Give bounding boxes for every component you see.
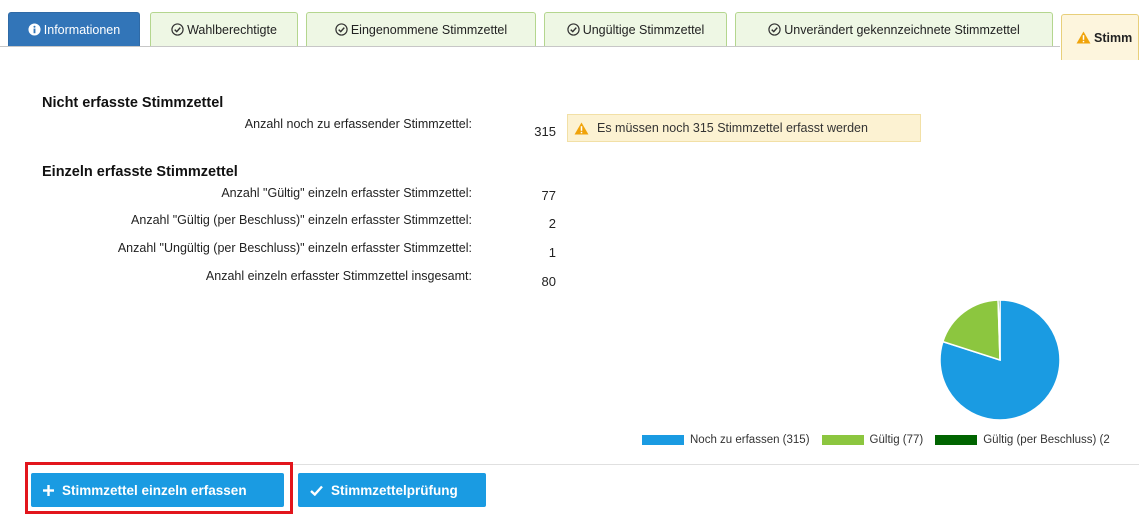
info-circle-icon xyxy=(28,23,41,36)
tab-stimmzettel-warning[interactable]: Stimm xyxy=(1061,14,1139,60)
value-insgesamt: 80 xyxy=(541,274,556,289)
legend-entry: Noch zu erfassen (315) xyxy=(642,434,810,446)
label-noch-zu-erfassen: Anzahl noch zu erfassender Stimmzettel: xyxy=(244,117,472,131)
section-title-nicht-erfasst: Nicht erfasste Stimmzettel xyxy=(42,95,224,111)
warning-icon xyxy=(574,121,589,135)
value-gueltig: 77 xyxy=(541,188,556,203)
plus-icon xyxy=(43,484,54,496)
pie-chart xyxy=(939,299,1061,421)
legend-swatch xyxy=(642,435,684,445)
check-circle-icon xyxy=(768,23,781,36)
tab-divider xyxy=(0,46,1060,47)
value-noch-zu-erfassen: 315 xyxy=(534,124,556,139)
value-ungueltig-beschluss: 1 xyxy=(548,245,556,260)
tab-label: Eingenommene Stimmzettel xyxy=(350,22,508,37)
button-label: Stimmzettelprüfung xyxy=(331,482,458,498)
legend-label: Gültig (77) xyxy=(869,434,924,446)
tab-unveraendert-gekennzeichnete-stimmzettel[interactable]: Unverändert gekennzeichnete Stimmzettel xyxy=(735,12,1053,46)
tab-label: Unverändert gekennzeichnete Stimmzettel xyxy=(784,22,1020,37)
tab-eingenommene-stimmzettel[interactable]: Eingenommene Stimmzettel xyxy=(306,12,536,46)
warning-icon xyxy=(1076,31,1091,44)
section-title-einzeln-erfasst: Einzeln erfasste Stimmzettel xyxy=(42,164,238,180)
tab-informationen[interactable]: Informationen xyxy=(8,12,140,46)
check-circle-icon xyxy=(567,23,580,36)
legend-label: Noch zu erfassen (315) xyxy=(690,434,810,446)
tab-wahlberechtigte[interactable]: Wahlberechtigte xyxy=(150,12,298,46)
legend-label: Gültig (per Beschluss) (2 xyxy=(983,434,1110,446)
label-ungueltig-beschluss: Anzahl "Ungültig (per Beschluss)" einzel… xyxy=(117,241,472,255)
button-label: Stimmzettel einzeln erfassen xyxy=(62,482,247,498)
check-circle-icon xyxy=(335,23,348,36)
chart-legend: Noch zu erfassen (315) Gültig (77) Gültig … xyxy=(642,432,1122,448)
checkmark-icon xyxy=(310,485,323,496)
ballot-check-button[interactable]: Stimmzettelprüfung xyxy=(298,473,486,507)
alert-text: Es müssen noch 315 Stimmzettel erfasst w… xyxy=(597,121,868,135)
tab-ungueltige-stimmzettel[interactable]: Ungültige Stimmzettel xyxy=(544,12,727,46)
record-individually-button[interactable]: Stimmzettel einzeln erfassen xyxy=(31,473,284,507)
warning-alert: Es müssen noch 315 Stimmzettel erfasst w… xyxy=(567,114,921,142)
tab-label: Ungültige Stimmzettel xyxy=(582,22,705,37)
legend-swatch xyxy=(821,435,864,445)
tab-label: Informationen xyxy=(43,22,121,37)
value-gueltig-beschluss: 2 xyxy=(548,216,556,231)
legend-entry: Gültig (77) xyxy=(821,434,924,446)
label-gueltig: Anzahl "Gültig" einzeln erfasster Stimmz… xyxy=(221,186,472,200)
label-gueltig-beschluss: Anzahl "Gültig (per Beschluss)" einzeln … xyxy=(131,213,472,227)
tab-label: Wahlberechtigte xyxy=(187,22,277,37)
tab-bar: Informationen Wahlberechtigte Eingenomme… xyxy=(0,0,1139,60)
legend-entry: Gültig (per Beschluss) (2 xyxy=(935,434,1110,446)
tab-label: Stimm xyxy=(1094,30,1133,45)
check-circle-icon xyxy=(171,23,184,36)
label-insgesamt: Anzahl einzeln erfasster Stimmzettel ins… xyxy=(205,269,472,283)
legend-swatch xyxy=(935,435,978,445)
